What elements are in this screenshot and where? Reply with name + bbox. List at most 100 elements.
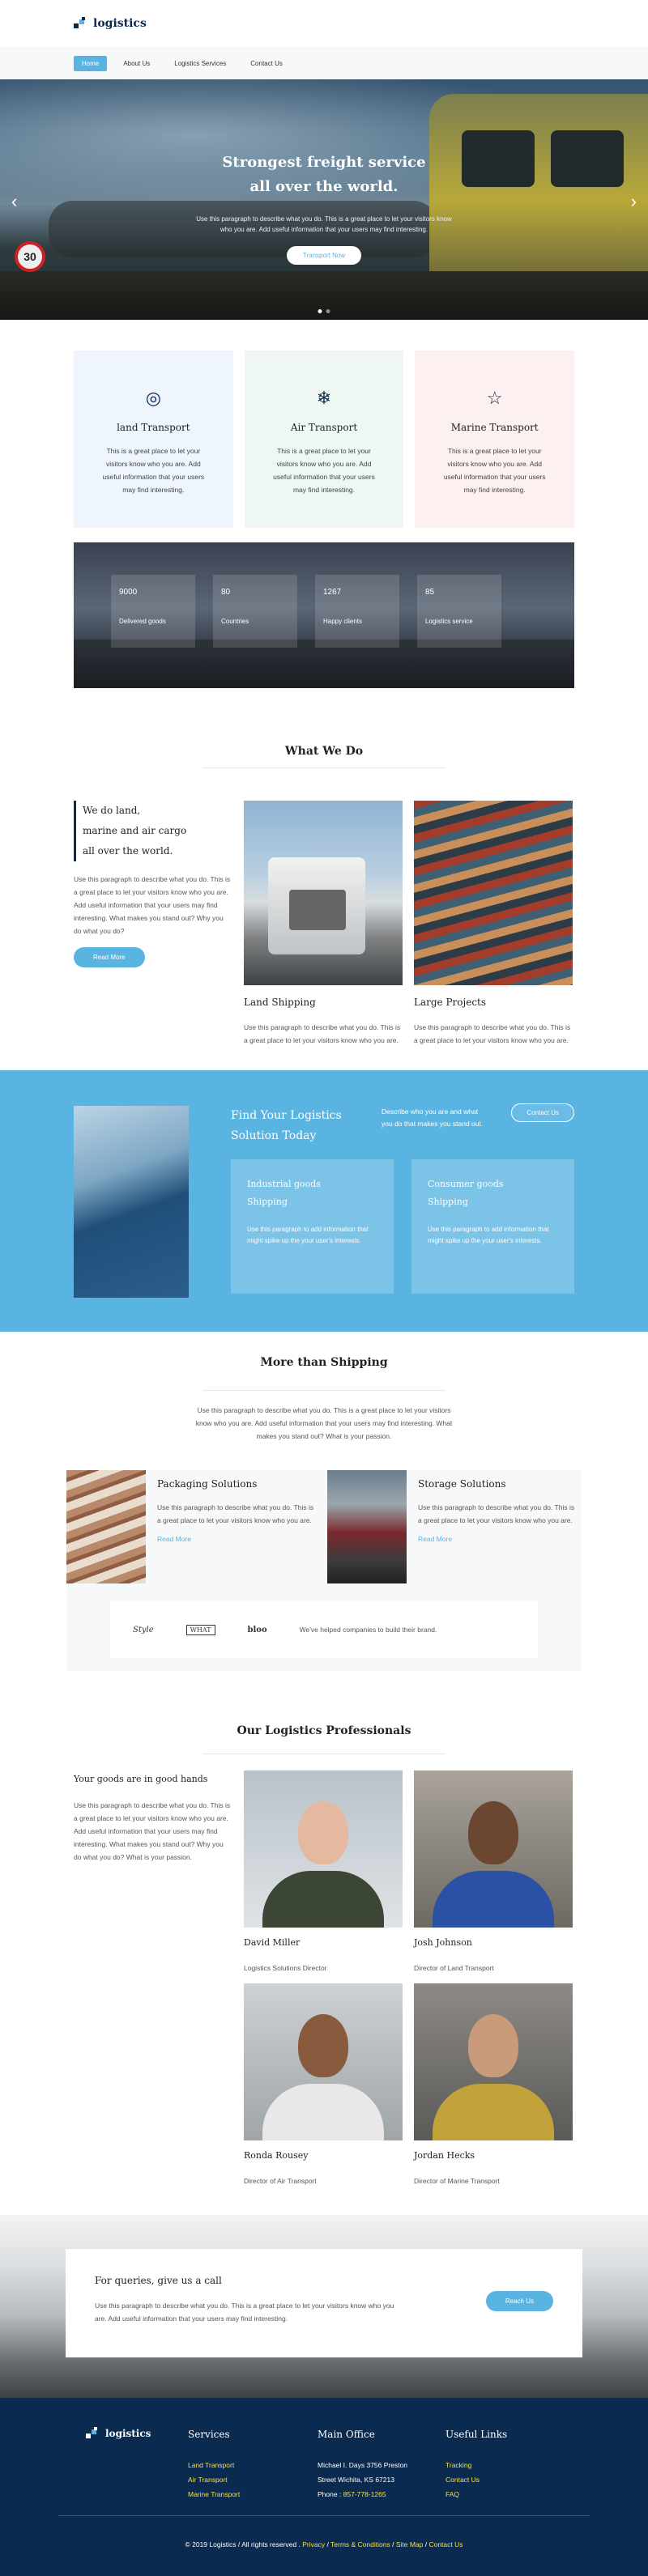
stat-countries: 80 Countries [213, 575, 297, 648]
stats-row: 9000 Delivered goods 80 Countries 1267 H… [111, 575, 501, 648]
team-heading: Your goods are in good hands [74, 1774, 208, 1784]
footer-link[interactable]: FAQ [446, 2487, 507, 2502]
member-photo [414, 1770, 573, 1928]
member-name: Ronda Rousey [244, 2150, 309, 2161]
footer-office: Main Office Michael I. Days 3756 Preston… [318, 2429, 408, 2498]
footer-contact-link[interactable]: Contact Us [428, 2540, 463, 2548]
member-name: Josh Johnson [414, 1937, 472, 1948]
member-photo [414, 1983, 573, 2140]
member-role: Director of Land Transport [414, 1964, 494, 1972]
brand-logo-what: WHAT [185, 1624, 215, 1635]
services-row: ◎ land Transport This is a great place t… [74, 351, 575, 528]
more-panel-wrap: Packaging Solutions Use this paragraph t… [66, 1470, 582, 1671]
packaging-solutions: Packaging Solutions Use this paragraph t… [66, 1470, 321, 1583]
member-role: Logistics Solutions Director [244, 1964, 327, 1972]
nav-contact-us[interactable]: Contact Us [242, 56, 291, 71]
hero-content: Strongest freight service all over the w… [0, 151, 648, 265]
snowflake-icon: ❄ [316, 388, 332, 408]
member-name: Jordan Hecks [414, 2150, 475, 2161]
divider [202, 767, 446, 768]
card-title: Large Projects [414, 997, 487, 1008]
member-role: Director of Air Transport [244, 2177, 317, 2185]
intro-text: Use this paragraph to describe what you … [74, 875, 231, 935]
read-more-link[interactable]: Read More [418, 1535, 452, 1543]
member-role: Director of Marine Transport [414, 2177, 500, 2185]
service-card-land: ◎ land Transport This is a great place t… [74, 351, 233, 528]
member-card: Josh Johnson Director of Land Transport [414, 1770, 573, 1972]
large-projects-card: Large Projects Use this paragraph to des… [414, 801, 573, 1047]
member-card: Ronda Rousey Director of Air Transport [244, 1983, 403, 2185]
stat-services: 85 Logistics service [417, 575, 501, 648]
more-header: More than Shipping Use this paragraph to… [74, 1356, 574, 1443]
stat-clients: 1267 Happy clients [315, 575, 399, 648]
footer-link[interactable]: Tracking [446, 2458, 507, 2472]
card-text: Use this paragraph to describe what you … [414, 1023, 571, 1044]
sitemap-link[interactable]: Site Map [396, 2540, 424, 2548]
nav-about-us[interactable]: About Us [115, 56, 158, 71]
target-icon: ◎ [145, 388, 161, 408]
consumer-goods-card: Consumer goods Shipping Use this paragra… [411, 1159, 574, 1294]
team-section: Your goods are in good hands Use this pa… [74, 1770, 574, 2185]
nav-logistics-services[interactable]: Logistics Services [166, 56, 234, 71]
top-bar: logistics [0, 0, 648, 47]
main-nav: Home About Us Logistics Services Contact… [0, 47, 648, 79]
slider-dot[interactable] [318, 309, 322, 313]
card-text: Use this paragraph to describe what you … [244, 1023, 401, 1044]
team-header: Our Logistics Professionals [74, 1724, 574, 1754]
member-card: Jordan Hecks Director of Marine Transpor… [414, 1983, 573, 2185]
section-title: More than Shipping [260, 1356, 388, 1369]
site-logo[interactable]: logistics [74, 17, 574, 30]
footer-link[interactable]: Air Transport [188, 2472, 240, 2487]
member-card: David Miller Logistics Solutions Directo… [244, 1770, 403, 1972]
phone-link[interactable]: 857-778-1265 [343, 2490, 386, 2498]
section-title: What We Do [284, 745, 364, 758]
star-icon: ☆ [486, 388, 503, 408]
brands-text: We've helped companies to build their br… [299, 1626, 437, 1634]
team-grid: David Miller Logistics Solutions Directo… [244, 1770, 573, 2185]
team-text: Use this paragraph to describe what you … [74, 1801, 231, 1861]
slider-dot[interactable] [326, 309, 330, 313]
read-more-button[interactable]: Read More [74, 947, 145, 967]
transport-now-button[interactable]: Transport Now [286, 246, 362, 265]
divider [202, 1753, 446, 1754]
service-text: This is a great place to let your visito… [102, 447, 205, 494]
terms-link[interactable]: Terms & Conditions [330, 2540, 390, 2548]
footer-link[interactable]: Land Transport [188, 2458, 240, 2472]
query-text: Use this paragraph to describe what you … [95, 2302, 394, 2323]
service-title: Marine Transport [450, 422, 539, 433]
what-we-do-intro: We do land, marine and air cargo all ove… [74, 801, 232, 1047]
footer-link[interactable]: Contact Us [446, 2472, 507, 2487]
logo-text: logistics [93, 17, 147, 30]
hero-text: Use this paragraph to describe what you … [196, 215, 452, 233]
item-title: Packaging Solutions [157, 1478, 258, 1490]
footer-link[interactable]: Marine Transport [188, 2487, 240, 2502]
query-title: For queries, give us a call [95, 2275, 222, 2286]
service-title: Air Transport [290, 422, 358, 433]
contact-us-button[interactable]: Contact Us [511, 1103, 574, 1122]
hero-title: Strongest freight service all over the w… [222, 154, 426, 195]
nav-home[interactable]: Home [74, 55, 108, 71]
member-photo [244, 1770, 403, 1928]
storage-solutions: Storage Solutions Use this paragraph to … [327, 1470, 582, 1583]
stat-delivered: 9000 Delivered goods [111, 575, 195, 648]
land-shipping-card: Land Shipping Use this paragraph to desc… [244, 801, 403, 1047]
query-card: For queries, give us a call Use this par… [66, 2249, 582, 2357]
card-title: Land Shipping [244, 997, 316, 1008]
member-photo [244, 1983, 403, 2140]
footer-logo[interactable]: logistics [86, 2427, 151, 2440]
chevron-left-icon[interactable]: ‹ [11, 191, 17, 212]
more-grid: Packaging Solutions Use this paragraph t… [66, 1470, 582, 1583]
divider [202, 1390, 446, 1391]
service-card-air: ❄ Air Transport This is a great place to… [244, 351, 404, 528]
chevron-right-icon[interactable]: › [631, 191, 637, 212]
member-name: David Miller [244, 1937, 301, 1948]
section-title: Our Logistics Professionals [237, 1724, 411, 1737]
logo-mark-icon [86, 2427, 99, 2440]
solution-title: Find Your Logistics Solution Today [231, 1109, 342, 1142]
service-title: land Transport [117, 422, 190, 433]
read-more-link[interactable]: Read More [157, 1535, 191, 1543]
brands-strip: Style WHAT bloo We've helped companies t… [110, 1601, 538, 1658]
privacy-link[interactable]: Privacy [302, 2540, 325, 2548]
service-card-marine: ☆ Marine Transport This is a great place… [415, 351, 575, 528]
reach-us-button[interactable]: Reach Us [485, 2291, 553, 2311]
